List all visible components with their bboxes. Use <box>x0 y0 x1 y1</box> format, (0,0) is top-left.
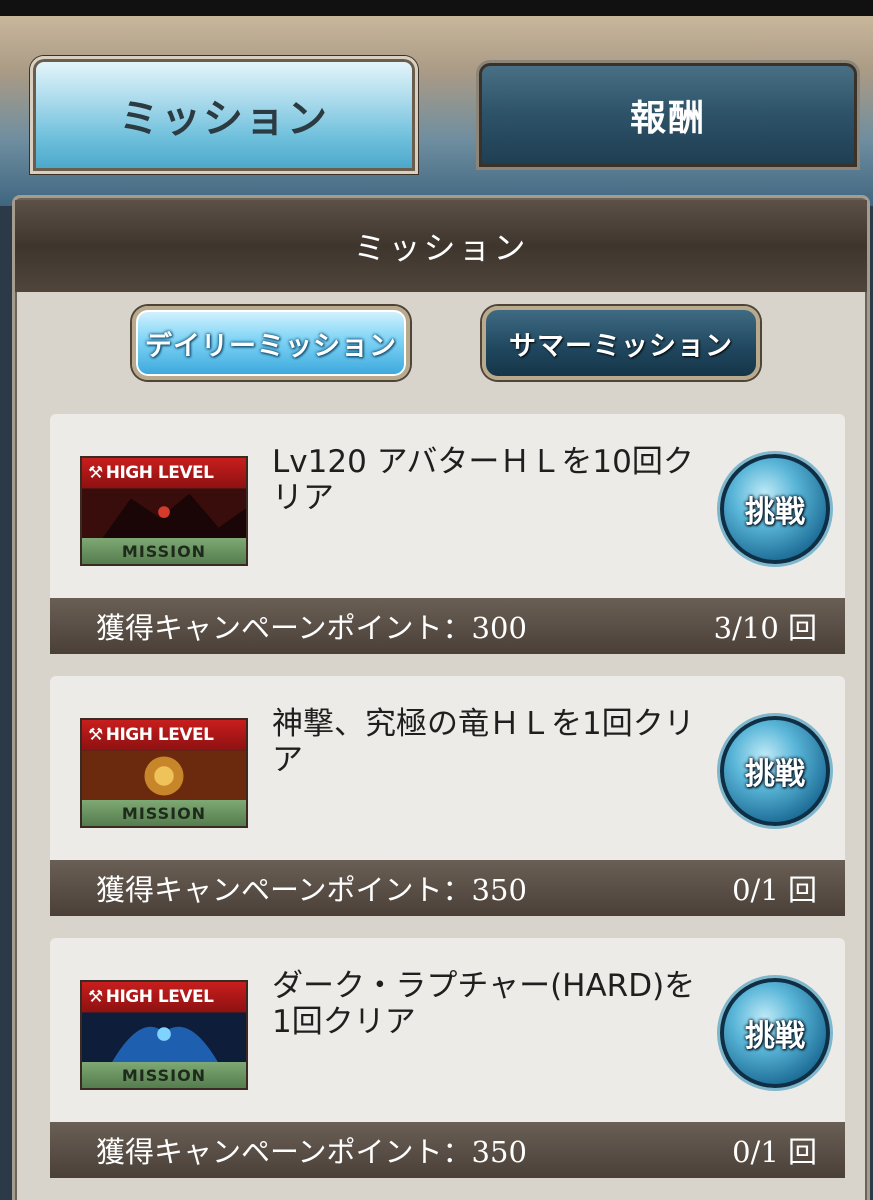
challenge-button-label: 挑戦 <box>745 1019 805 1054</box>
mission-card: ⚒ HIGH LEVEL MISSION 神撃、究極の竜ＨＬを1回クリア 挑戦 … <box>50 676 845 916</box>
panel-header: ミッション <box>15 200 867 292</box>
badge-bottom-text: MISSION <box>82 538 246 564</box>
badge-top-text: HIGH LEVEL <box>105 463 214 483</box>
boss-art-icon <box>82 750 246 802</box>
mission-title: ダーク・ラプチャー(HARD)を1回クリア <box>272 968 696 1040</box>
mission-card: ⚒ HIGH LEVEL MISSION Lv120 アバターＨＬを10回クリア… <box>50 414 845 654</box>
campaign-points: 獲得キャンペーンポイント：350 <box>96 873 527 907</box>
hammer-icon: ⚒ <box>88 987 103 1007</box>
subtab-summer-label: サマーミッション <box>509 330 733 362</box>
badge-top-text: HIGH LEVEL <box>105 987 214 1007</box>
badge-bottom-text: MISSION <box>82 800 246 826</box>
tab-mission[interactable]: ミッション <box>30 56 418 174</box>
challenge-button[interactable]: 挑戦 <box>720 978 830 1088</box>
subtab-daily-mission[interactable]: デイリーミッション <box>132 306 410 380</box>
tab-mission-label: ミッション <box>119 96 329 142</box>
badge-top-text: HIGH LEVEL <box>105 725 214 745</box>
badge-bottom-text: MISSION <box>82 1062 246 1088</box>
high-level-mission-badge: ⚒ HIGH LEVEL MISSION <box>80 718 248 828</box>
badge-top-label: ⚒ HIGH LEVEL <box>82 720 246 750</box>
mission-progress: 3/10 回 <box>713 611 817 645</box>
high-level-mission-badge: ⚒ HIGH LEVEL MISSION <box>80 456 248 566</box>
challenge-button[interactable]: 挑戦 <box>720 716 830 826</box>
challenge-button[interactable]: 挑戦 <box>720 454 830 564</box>
status-bar <box>0 0 873 16</box>
high-level-mission-badge: ⚒ HIGH LEVEL MISSION <box>80 980 248 1090</box>
mission-card: ⚒ HIGH LEVEL MISSION ダーク・ラプチャー(HARD)を1回ク… <box>50 938 845 1178</box>
mission-footer: 獲得キャンペーンポイント：300 3/10 回 <box>50 598 845 654</box>
campaign-points: 獲得キャンペーンポイント：300 <box>96 611 527 645</box>
boss-art-icon <box>82 488 246 540</box>
hammer-icon: ⚒ <box>88 463 103 483</box>
tab-reward[interactable]: 報酬 <box>476 60 860 170</box>
campaign-points: 獲得キャンペーンポイント：350 <box>96 1135 527 1169</box>
tab-reward-label: 報酬 <box>629 98 706 139</box>
mission-title: 神撃、究極の竜ＨＬを1回クリア <box>272 706 695 778</box>
mission-progress: 0/1 回 <box>732 873 817 907</box>
mission-title: Lv120 アバターＨＬを10回クリア <box>272 444 694 516</box>
panel-title: ミッション <box>353 229 529 267</box>
subtab-summer-mission[interactable]: サマーミッション <box>482 306 760 380</box>
subtab-daily-label: デイリーミッション <box>145 330 397 362</box>
challenge-button-label: 挑戦 <box>745 757 805 792</box>
mission-footer: 獲得キャンペーンポイント：350 0/1 回 <box>50 860 845 916</box>
mission-progress: 0/1 回 <box>732 1135 817 1169</box>
hammer-icon: ⚒ <box>88 725 103 745</box>
challenge-button-label: 挑戦 <box>745 495 805 530</box>
badge-top-label: ⚒ HIGH LEVEL <box>82 458 246 488</box>
badge-top-label: ⚒ HIGH LEVEL <box>82 982 246 1012</box>
boss-art-icon <box>82 1012 246 1064</box>
mission-footer: 獲得キャンペーンポイント：350 0/1 回 <box>50 1122 845 1178</box>
